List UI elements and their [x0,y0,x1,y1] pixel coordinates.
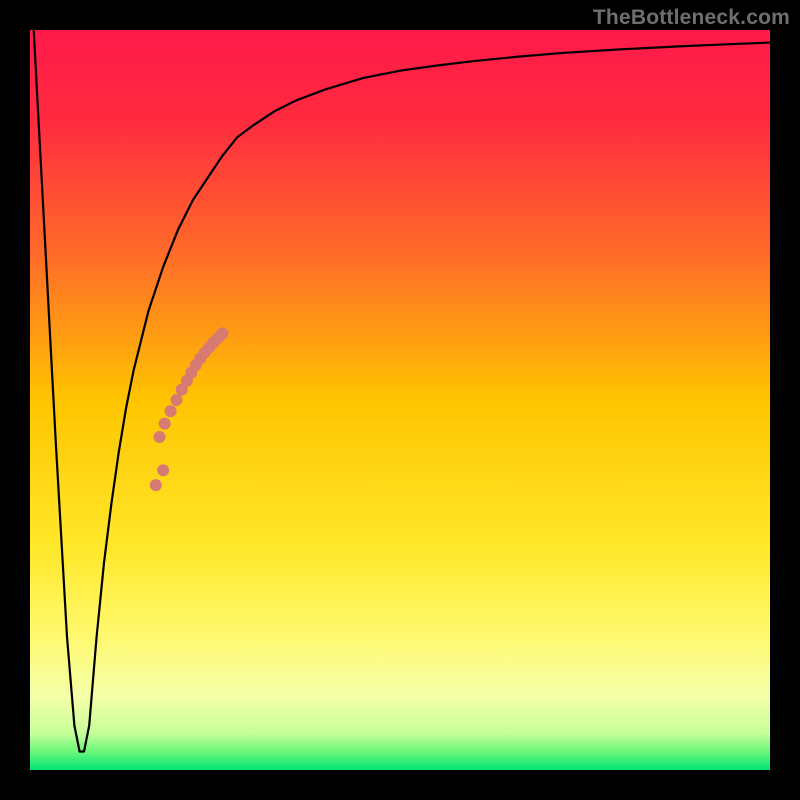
marker-dot [165,405,177,417]
chart-svg [30,30,770,770]
marker-dot [150,479,162,491]
plot-area [30,30,770,770]
marker-dot [159,418,171,430]
marker-dot [171,394,183,406]
gradient-background [30,30,770,770]
marker-dot [157,464,169,476]
marker-dot [216,327,228,339]
marker-dot [154,431,166,443]
watermark-text: TheBottleneck.com [593,6,790,30]
chart-frame: TheBottleneck.com [0,0,800,800]
